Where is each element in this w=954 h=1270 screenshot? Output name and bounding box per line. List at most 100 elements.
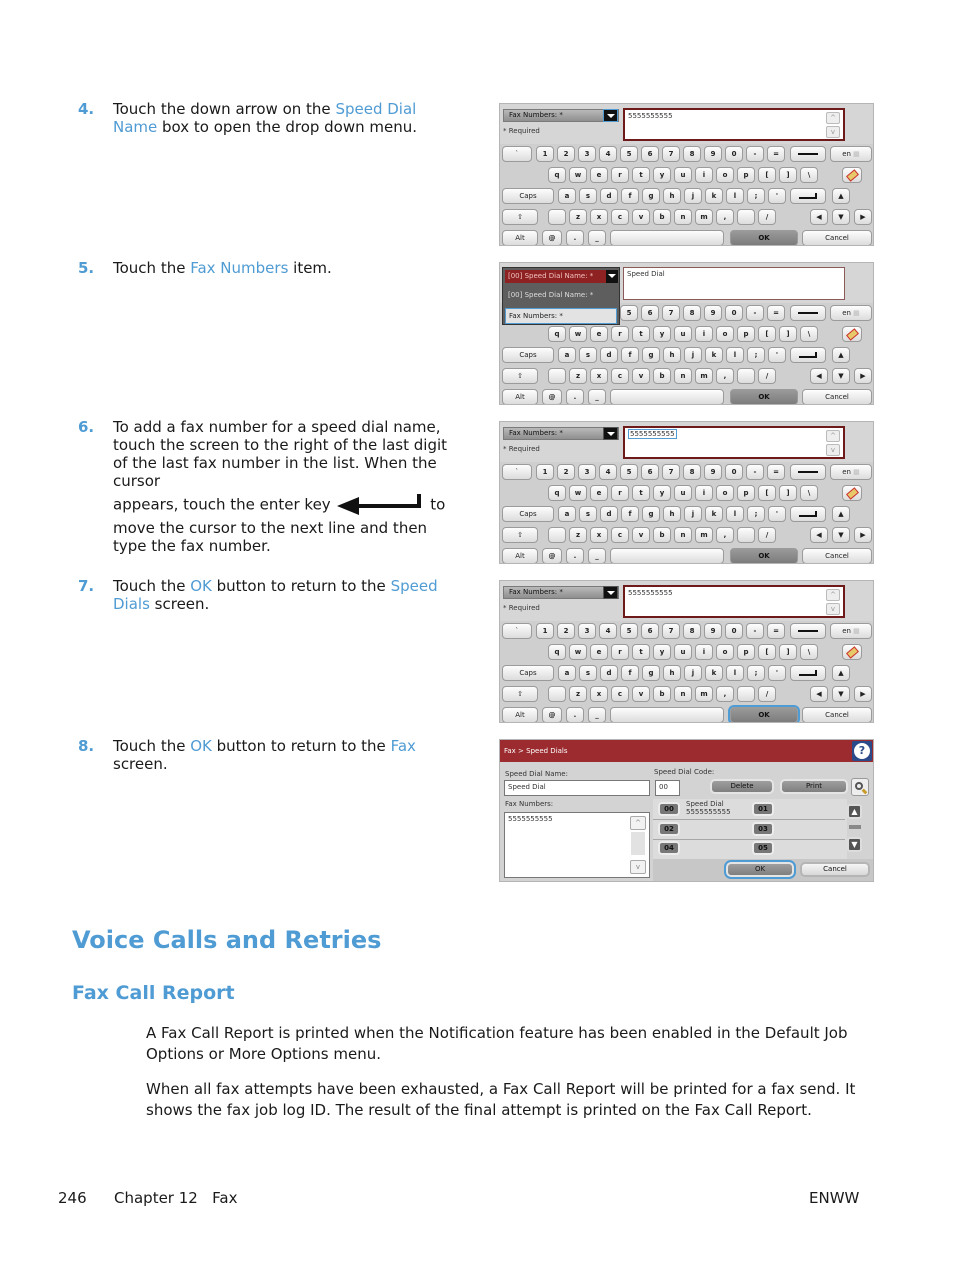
field-dropdown[interactable]: Fax Numbers: * [503, 109, 619, 122]
key[interactable]: [ [758, 326, 776, 342]
key[interactable]: y [653, 644, 671, 660]
key[interactable]: 0 [725, 464, 743, 480]
key[interactable]: 6 [641, 146, 659, 162]
key[interactable]: o [716, 167, 734, 183]
speed-dial-name-field[interactable]: Speed Dial [504, 780, 650, 796]
key[interactable]: - [746, 623, 764, 639]
key[interactable]: m [695, 368, 713, 384]
key[interactable]: t [632, 485, 650, 501]
language-key[interactable]: en ▦ [830, 305, 872, 321]
ok-button[interactable]: OK [730, 389, 798, 404]
search-icon[interactable] [851, 778, 869, 796]
key[interactable]: p [737, 644, 755, 660]
key[interactable]: l [726, 347, 744, 363]
key[interactable]: u [674, 326, 692, 342]
key[interactable]: p [737, 485, 755, 501]
alt-key[interactable]: Alt [502, 389, 538, 404]
key[interactable]: y [653, 485, 671, 501]
key[interactable] [737, 368, 755, 384]
shift-key[interactable]: ⇧ [502, 527, 538, 543]
key[interactable]: v [632, 527, 650, 543]
key[interactable]: - [746, 146, 764, 162]
key[interactable]: p [737, 326, 755, 342]
key[interactable]: ' [768, 665, 786, 681]
key[interactable]: y [653, 326, 671, 342]
key[interactable]: 8 [683, 623, 701, 639]
key[interactable]: f [621, 188, 639, 204]
clear-icon[interactable] [842, 644, 862, 660]
key[interactable]: k [705, 347, 723, 363]
speed-dial-code-button[interactable]: 04 [658, 841, 680, 855]
key[interactable]: h [663, 188, 681, 204]
arrow-left-key[interactable]: ◀ [810, 527, 828, 543]
caps-key[interactable]: Caps [502, 506, 554, 522]
key[interactable]: h [663, 665, 681, 681]
key[interactable]: = [767, 305, 785, 321]
key[interactable]: _ [588, 548, 606, 563]
key[interactable]: v [632, 368, 650, 384]
key[interactable]: f [621, 665, 639, 681]
print-button[interactable]: Print [780, 779, 848, 794]
text-entry-field[interactable]: 5555555555 ^ v [623, 585, 845, 618]
key[interactable]: s [579, 188, 597, 204]
key[interactable]: . [566, 230, 584, 245]
arrow-up-key[interactable]: ▲ [832, 665, 850, 681]
key[interactable]: x [590, 686, 608, 702]
key[interactable]: - [746, 464, 764, 480]
key[interactable]: n [674, 209, 692, 225]
arrow-right-key[interactable]: ▶ [854, 686, 872, 702]
key[interactable]: d [600, 188, 618, 204]
key[interactable]: = [767, 146, 785, 162]
key[interactable]: n [674, 368, 692, 384]
list-scroll-down-icon[interactable]: ▼ [847, 837, 862, 852]
key[interactable]: ; [747, 506, 765, 522]
key[interactable]: e [590, 644, 608, 660]
key[interactable]: t [632, 326, 650, 342]
key[interactable] [737, 686, 755, 702]
arrow-left-key[interactable]: ◀ [810, 686, 828, 702]
arrow-down-key[interactable]: ▼ [832, 527, 850, 543]
key[interactable]: \ [800, 167, 818, 183]
key[interactable]: u [674, 485, 692, 501]
key[interactable]: d [600, 506, 618, 522]
key[interactable]: 5 [620, 623, 638, 639]
language-key[interactable]: en ▦ [830, 623, 872, 639]
key[interactable]: / [758, 368, 776, 384]
key[interactable]: 7 [662, 623, 680, 639]
key[interactable]: ] [779, 167, 797, 183]
key[interactable]: = [767, 623, 785, 639]
key[interactable]: 5 [620, 305, 638, 321]
key[interactable]: \ [800, 485, 818, 501]
key[interactable] [548, 686, 566, 702]
key[interactable]: s [579, 665, 597, 681]
dropdown-arrow-icon[interactable] [603, 109, 618, 122]
enter-key[interactable] [790, 347, 826, 363]
alt-key[interactable]: Alt [502, 230, 538, 245]
key[interactable]: z [569, 527, 587, 543]
key[interactable]: f [621, 347, 639, 363]
key[interactable]: 6 [641, 623, 659, 639]
key[interactable]: ' [768, 188, 786, 204]
key[interactable]: , [716, 368, 734, 384]
key[interactable]: 2 [557, 146, 575, 162]
key[interactable]: b [653, 368, 671, 384]
key[interactable]: = [767, 464, 785, 480]
key[interactable]: 3 [578, 464, 596, 480]
key[interactable]: k [705, 188, 723, 204]
key[interactable]: o [716, 485, 734, 501]
key[interactable]: i [695, 644, 713, 660]
at-key[interactable]: @ [542, 230, 562, 245]
space-key[interactable] [610, 389, 724, 404]
key[interactable]: l [726, 188, 744, 204]
enter-key[interactable] [790, 506, 826, 522]
key[interactable]: 8 [683, 305, 701, 321]
enter-key[interactable] [790, 188, 826, 204]
dropdown-option[interactable]: [00] Speed Dial Name: * [505, 288, 617, 302]
key[interactable]: 9 [704, 146, 722, 162]
key[interactable]: \ [800, 326, 818, 342]
key[interactable]: 8 [683, 146, 701, 162]
backspace-key[interactable] [790, 146, 826, 162]
key[interactable]: j [684, 506, 702, 522]
dropdown-menu[interactable]: [00] Speed Dial Name: * [00] Speed Dial N… [502, 267, 620, 325]
key[interactable]: n [674, 686, 692, 702]
